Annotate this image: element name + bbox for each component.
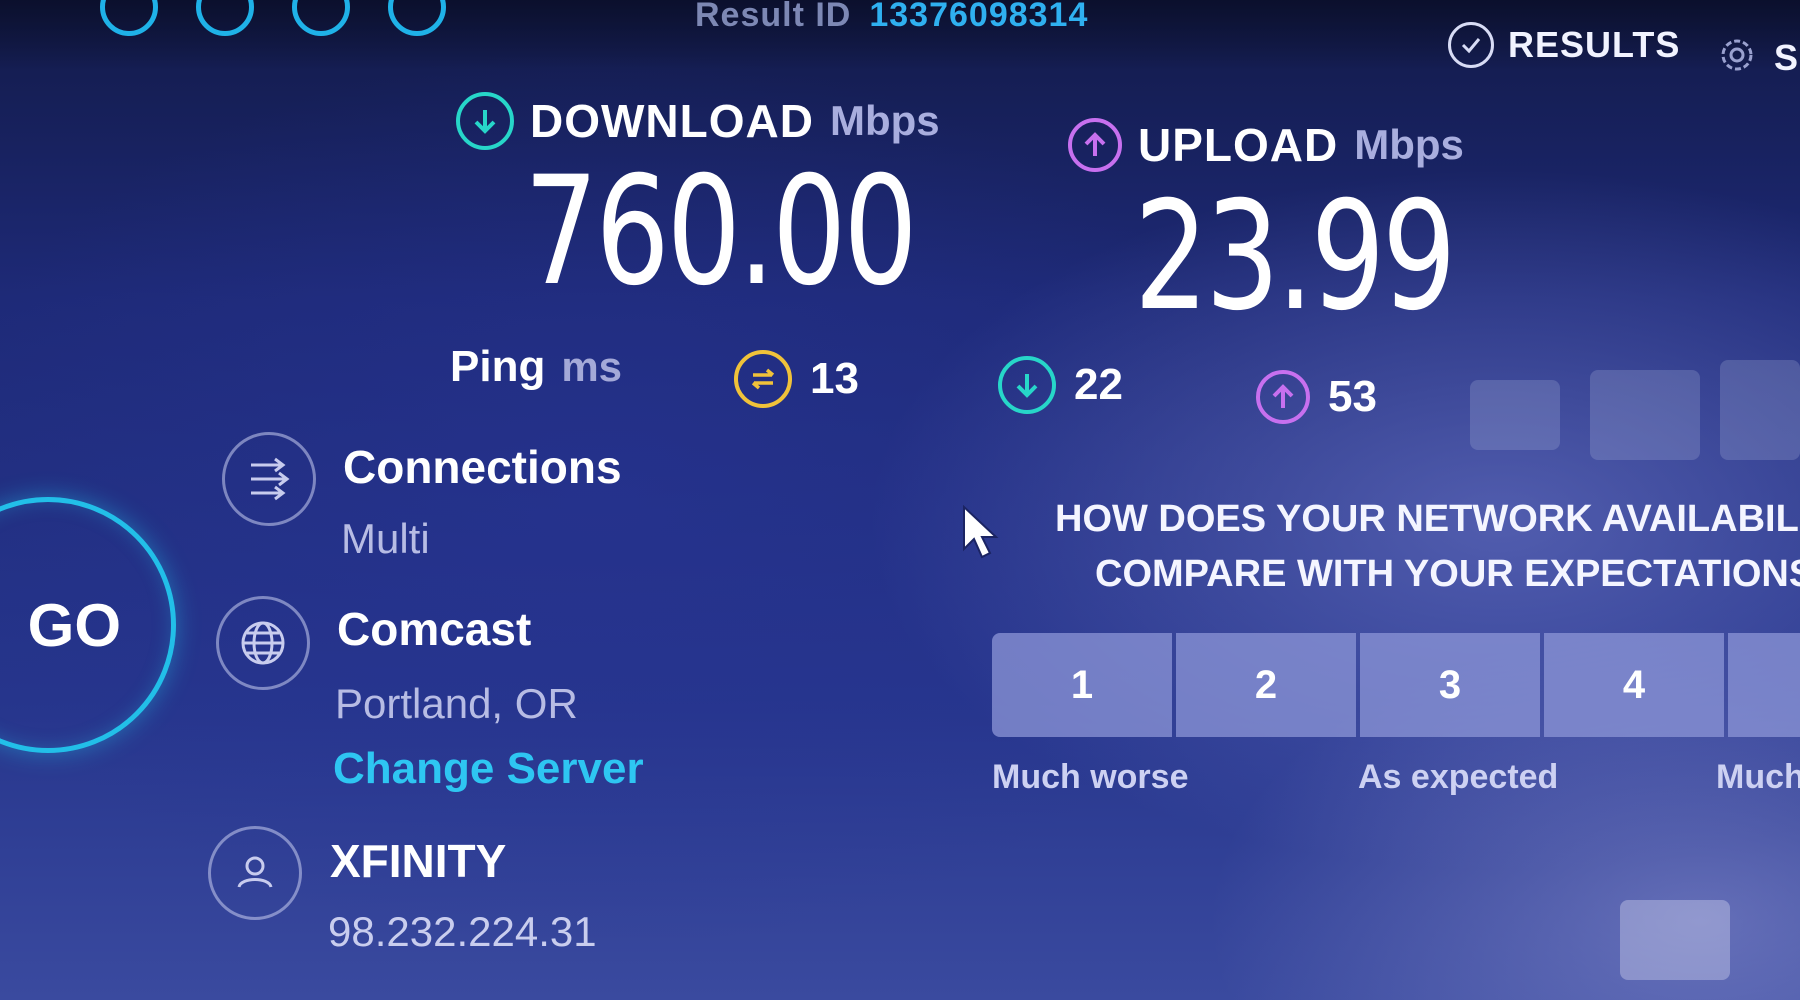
settings-nav-button[interactable]: S — [1714, 32, 1799, 83]
connections-icon — [222, 432, 316, 526]
rating-option-2[interactable]: 2 — [1176, 633, 1356, 737]
ping-upload: 53 — [1256, 370, 1377, 424]
go-button-label: GO — [27, 591, 121, 659]
globe-icon — [216, 596, 310, 690]
go-button[interactable]: GO — [0, 497, 176, 753]
connections-title: Connections — [343, 441, 622, 493]
user-icon — [208, 826, 302, 920]
results-nav-label: RESULTS — [1508, 24, 1681, 65]
upload-latency-icon — [1256, 370, 1310, 424]
result-id-value[interactable]: 13376098314 — [869, 0, 1088, 34]
upload-unit: Mbps — [1354, 121, 1464, 168]
settings-nav-label: S — [1774, 36, 1800, 78]
ping-download-value: 22 — [1074, 360, 1123, 409]
download-header: DOWNLOAD Mbps — [456, 92, 940, 150]
top-bar: Result ID 13376098314 RESULTS S — [0, 0, 1800, 78]
server-location: Portland, OR — [335, 680, 578, 727]
rating-label-better: Much — [1716, 758, 1800, 796]
speedtest-screen: Result ID 13376098314 RESULTS S DOWNLOAD … — [0, 0, 1800, 1000]
mouse-cursor-icon — [962, 504, 1004, 568]
progress-dot — [196, 0, 254, 36]
upload-label: UPLOAD — [1138, 119, 1339, 171]
result-id: Result ID 13376098314 — [695, 0, 1088, 35]
rating-option-4[interactable]: 4 — [1544, 633, 1724, 737]
server-name: Comcast — [337, 603, 532, 655]
rating-label-worse: Much worse — [992, 758, 1189, 796]
survey-question: HOW DOES YOUR NETWORK AVAILABILI COMPARE… — [1055, 492, 1800, 602]
upload-header: UPLOAD Mbps — [1068, 118, 1464, 172]
survey-question-line2: COMPARE WITH YOUR EXPECTATIONS — [1095, 553, 1800, 595]
ping-idle-value: 13 — [810, 354, 859, 403]
progress-dots — [100, 0, 446, 36]
download-latency-icon — [998, 356, 1056, 414]
gear-icon — [1714, 32, 1760, 83]
survey-question-line1: HOW DOES YOUR NETWORK AVAILABILI — [1055, 498, 1800, 540]
provider-ip: 98.232.224.31 — [328, 908, 597, 955]
result-id-label: Result ID — [695, 0, 852, 34]
progress-dot — [100, 0, 158, 36]
rating-scale: 1 2 3 4 — [992, 633, 1800, 737]
connections-value: Multi — [341, 515, 430, 562]
reflection — [1470, 380, 1560, 450]
idle-latency-icon — [734, 350, 792, 408]
ping-unit: ms — [561, 343, 623, 390]
rating-option-5[interactable] — [1728, 633, 1800, 737]
upload-value: 23.99 — [1134, 170, 1456, 344]
download-value: 760.00 — [524, 145, 918, 319]
reflection — [1590, 370, 1700, 460]
download-unit: Mbps — [829, 97, 940, 144]
ping-label: Ping — [450, 342, 546, 391]
rating-label-expected: As expected — [1358, 758, 1559, 796]
ping-upload-value: 53 — [1328, 372, 1377, 421]
progress-dot — [388, 0, 446, 36]
upload-arrow-icon — [1068, 118, 1122, 172]
provider-name: XFINITY — [330, 835, 507, 887]
reflection — [1620, 900, 1730, 980]
checkmark-circle-icon — [1448, 22, 1494, 68]
reflection — [1720, 360, 1800, 460]
progress-dot — [292, 0, 350, 36]
ping-idle: 13 — [734, 350, 859, 408]
ping-header: Ping ms — [450, 342, 622, 392]
results-nav-button[interactable]: RESULTS — [1448, 22, 1680, 68]
download-arrow-icon — [456, 92, 514, 150]
rating-option-1[interactable]: 1 — [992, 633, 1172, 737]
ping-download: 22 — [998, 356, 1123, 414]
change-server-link[interactable]: Change Server — [333, 744, 644, 794]
download-label: DOWNLOAD — [530, 95, 814, 147]
rating-option-3[interactable]: 3 — [1360, 633, 1540, 737]
